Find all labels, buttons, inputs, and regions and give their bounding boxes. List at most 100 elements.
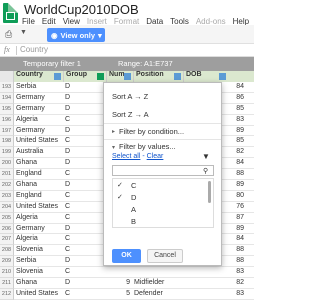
cell-position[interactable]: Midfielder [134,278,174,289]
row-number[interactable]: 206 [0,223,14,235]
cell-num[interactable]: 5 [108,289,130,300]
filter-name[interactable]: Temporary filter 1 [23,59,81,68]
filter-active-icon[interactable] [97,73,104,80]
cell-group[interactable]: C [65,245,105,256]
row-number[interactable]: 195 [0,103,14,115]
cell-country[interactable]: Germany [16,104,60,115]
row-number[interactable]: 204 [0,201,14,213]
row-number[interactable]: 210 [0,267,14,279]
cell-group[interactable]: D [65,93,105,104]
cell-group[interactable]: D [65,256,105,267]
sort-a-z-item[interactable]: Sort A → Z [112,92,148,101]
filter-icon[interactable]: ▼ [20,29,27,36]
funnel-icon[interactable]: ▼ [202,152,210,161]
cell-group[interactable]: C [65,267,105,278]
cell-group[interactable]: C [65,191,105,202]
formula-input[interactable]: Country [20,45,48,54]
cell-group[interactable]: D [65,104,105,115]
cell-group[interactable]: C [65,115,105,126]
cell-country[interactable]: Australia [16,147,60,158]
select-all-link[interactable]: Select all [112,153,140,160]
row-number[interactable]: 194 [0,92,14,104]
row-number[interactable]: 209 [0,256,14,268]
row-number[interactable]: 212 [0,288,14,300]
value-checkbox-item[interactable]: ✓ C [113,179,213,191]
cell-country[interactable]: Germany [16,126,60,137]
row-number[interactable]: 196 [0,114,14,126]
row-number[interactable]: 193 [0,82,14,93]
cell-position[interactable]: Defender [134,289,174,300]
clear-link[interactable]: Clear [147,153,164,160]
view-only-button[interactable]: ◉ View only ▾ [47,28,105,42]
cell-group[interactable]: D [65,158,105,169]
cell-country[interactable]: Germany [16,224,60,235]
filter-toggle-icon[interactable] [174,73,181,80]
cell-country[interactable]: United States [16,136,60,147]
cell-group[interactable]: D [65,147,105,158]
row-number[interactable]: 198 [0,136,14,148]
cell-group[interactable]: D [65,224,105,235]
cancel-button[interactable]: Cancel [147,249,183,263]
row-number[interactable]: 211 [0,278,14,289]
filter-by-condition-item[interactable]: Filter by condition... [119,127,184,136]
row-number[interactable]: 197 [0,125,14,137]
cell-group[interactable]: C [65,234,105,245]
cell-country[interactable]: Slovenia [16,245,60,256]
cell-country[interactable]: Algeria [16,234,60,245]
document-title[interactable]: WorldCup2010DOB [24,2,139,17]
print-icon[interactable]: ⎙ [5,29,12,40]
cell-position[interactable] [134,267,174,278]
cell-num[interactable]: 9 [108,278,130,289]
column-header-position[interactable]: Position [134,71,184,82]
cell-country[interactable]: Germany [16,93,60,104]
cell-country[interactable]: United States [16,289,60,300]
cell-country[interactable]: Algeria [16,115,60,126]
sheets-logo-icon[interactable] [3,3,18,23]
filter-range[interactable]: Range: A1:E737 [118,59,173,68]
corner-cell[interactable] [0,71,14,82]
cell-country[interactable]: United States [16,202,60,213]
cell-group[interactable]: C [65,213,105,224]
filter-by-values-item[interactable]: Filter by values... [119,142,176,151]
column-header-group[interactable]: Group [64,71,107,82]
cell-group[interactable]: C [65,202,105,213]
sort-z-a-item[interactable]: Sort Z → A [112,110,149,119]
row-number[interactable]: 200 [0,158,14,170]
ok-button[interactable]: OK [112,249,141,263]
row-number[interactable]: 207 [0,234,14,246]
value-checkbox-item[interactable]: ✓ D [113,191,213,203]
cell-group[interactable]: C [65,289,105,300]
value-checkbox-item[interactable]: A [113,203,213,215]
cell-country[interactable]: England [16,169,60,180]
cell-group[interactable]: C [65,136,105,147]
filter-toggle-icon[interactable] [219,73,226,80]
column-header-num[interactable]: Num [107,71,134,82]
cell-country[interactable]: Ghana [16,278,60,289]
cell-country[interactable]: Ghana [16,180,60,191]
cell-country[interactable]: Serbia [16,82,60,93]
cell-country[interactable]: Ghana [16,158,60,169]
column-header-dob[interactable]: DOB [184,71,254,82]
value-checkbox-item[interactable]: B [113,215,213,227]
cell-dob[interactable]: 83 [186,267,244,278]
cell-dob[interactable]: 83 [186,289,244,300]
row-number[interactable]: 201 [0,169,14,181]
filter-toggle-icon[interactable] [124,73,131,80]
cell-group[interactable]: C [65,169,105,180]
values-search-input[interactable] [112,165,214,176]
row-number[interactable]: 199 [0,147,14,159]
row-number[interactable]: 202 [0,180,14,191]
cell-country[interactable]: Algeria [16,213,60,224]
cell-dob[interactable]: 82 [186,278,244,289]
column-header-country[interactable]: Country [14,71,64,82]
cell-group[interactable]: D [65,82,105,93]
cell-num[interactable] [108,267,130,278]
filter-toggle-icon[interactable] [54,73,61,80]
row-number[interactable]: 203 [0,190,14,202]
row-number[interactable]: 208 [0,245,14,257]
cell-country[interactable]: Slovenia [16,267,60,278]
cell-group[interactable]: D [65,126,105,137]
cell-country[interactable]: England [16,191,60,202]
cell-group[interactable]: D [65,180,105,191]
cell-country[interactable]: Serbia [16,256,60,267]
